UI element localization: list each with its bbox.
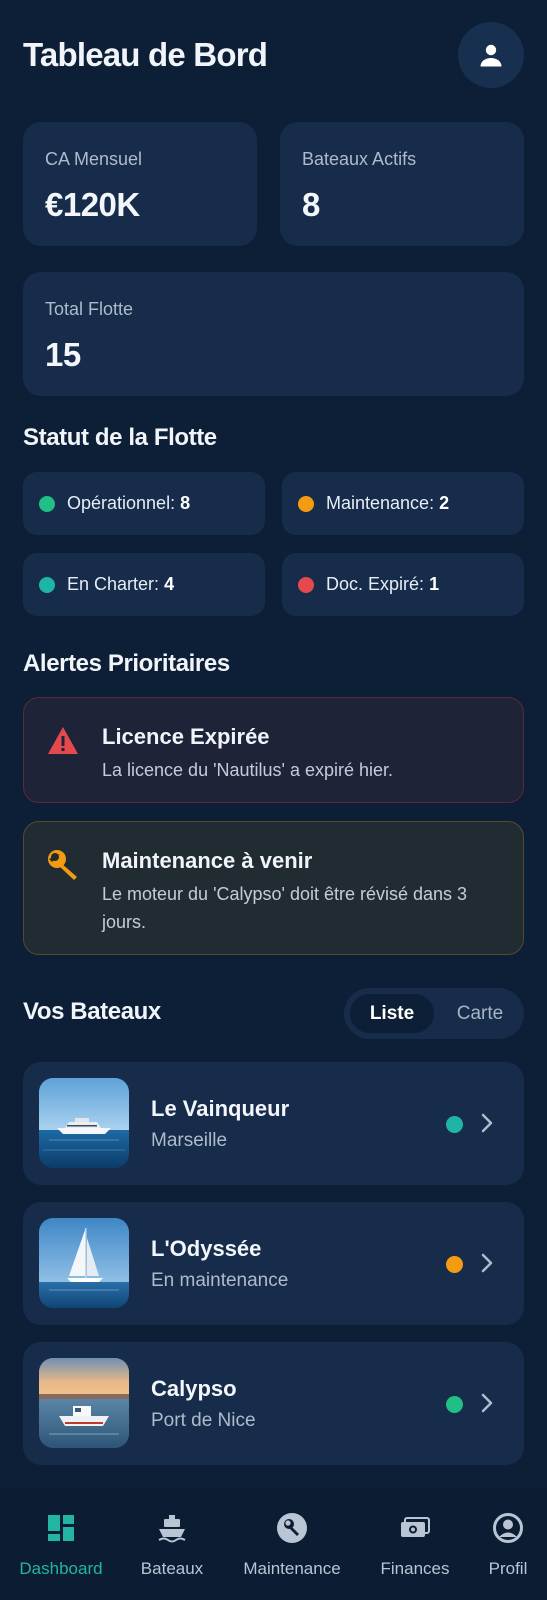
nav-item-profile[interactable]: Profil (474, 1488, 542, 1600)
chevron-right-icon (481, 1253, 493, 1273)
nav-label: Profil (488, 1559, 528, 1578)
nav-label: Maintenance (243, 1559, 341, 1578)
boat-photo (39, 1218, 129, 1308)
status-chip-text: En Charter: 4 (67, 574, 175, 594)
boat-card[interactable]: Calypso Port de Nice (23, 1342, 524, 1465)
view-toggle: Liste Carte (344, 988, 524, 1039)
boats-title: Vos Bateaux (23, 998, 161, 1025)
alert-title: Licence Expirée (102, 724, 270, 749)
fleet-status-title: Statut de la Flotte (23, 424, 217, 451)
person-icon (480, 44, 502, 67)
boat-card[interactable]: L'Odyssée En maintenance (23, 1202, 524, 1325)
nav-label: Dashboard (19, 1559, 103, 1578)
nav-label: Finances (380, 1559, 450, 1578)
stat-label: Bateaux Actifs (302, 149, 417, 169)
boat-status-dot (446, 1256, 463, 1273)
alert-card-maintenance-upcoming[interactable]: Maintenance à venir Le moteur du 'Calyps… (23, 821, 524, 955)
stat-card-active-boats[interactable]: Bateaux Actifs 8 (280, 122, 524, 246)
stat-value: 15 (45, 336, 81, 373)
status-chip-maintenance[interactable]: Maintenance: 2 (282, 472, 524, 535)
nav-item-finances[interactable]: Finances (364, 1488, 466, 1600)
boat-photo (39, 1358, 129, 1448)
boat-icon (158, 1515, 186, 1543)
boat-status-dot (446, 1116, 463, 1133)
stat-value: 8 (302, 186, 320, 223)
boat-status-dot (446, 1396, 463, 1413)
stat-label: CA Mensuel (45, 149, 143, 169)
alerts-title: Alertes Prioritaires (23, 650, 230, 677)
stat-value: €120K (45, 186, 140, 223)
alert-message: La licence du 'Nautilus' a expiré hier. (102, 760, 394, 780)
profile-avatar-button[interactable] (458, 22, 524, 88)
boat-location: En maintenance (151, 1270, 289, 1291)
alert-card-license-expired[interactable]: Licence Expirée La licence du 'Nautilus'… (23, 697, 524, 803)
nav-item-dashboard[interactable]: Dashboard (8, 1488, 114, 1600)
toggle-option-list[interactable]: Liste (350, 994, 434, 1033)
boat-name: Calypso (151, 1376, 237, 1401)
status-dot (298, 495, 314, 512)
boat-location: Port de Nice (151, 1410, 256, 1431)
chevron-right-icon (481, 1113, 493, 1133)
status-chip-charter[interactable]: En Charter: 4 (23, 553, 265, 616)
boat-location: Marseille (151, 1130, 228, 1151)
boat-name: L'Odyssée (151, 1236, 262, 1261)
status-chip-operational[interactable]: Opérationnel: 8 (23, 472, 265, 535)
toggle-option-map[interactable]: Carte (440, 994, 520, 1033)
alert-message: Le moteur du 'Calypso' doit être révisé … (102, 884, 468, 932)
header: Tableau de Bord (23, 22, 524, 88)
account-circle-icon (493, 1513, 523, 1543)
page-title: Tableau de Bord (23, 36, 268, 73)
wrench-icon (48, 850, 77, 880)
status-chip-text: Doc. Expiré: 1 (326, 574, 440, 594)
bottom-nav: Dashboard Bateaux Maintenance Finances P… (0, 1488, 547, 1600)
status-chip-expired-docs[interactable]: Doc. Expiré: 1 (282, 553, 524, 616)
nav-item-boats[interactable]: Bateaux (124, 1488, 220, 1600)
boat-photo (39, 1078, 129, 1168)
dashboard-icon (48, 1515, 74, 1541)
boat-card[interactable]: Le Vainqueur Marseille (23, 1062, 524, 1185)
status-chip-text: Opérationnel: 8 (67, 493, 191, 513)
money-icon (401, 1517, 430, 1537)
boat-name: Le Vainqueur (151, 1096, 290, 1121)
nav-item-maintenance[interactable]: Maintenance (232, 1488, 352, 1600)
stat-card-total-fleet[interactable]: Total Flotte 15 (23, 272, 524, 396)
status-dot (39, 576, 55, 593)
warning-icon (48, 727, 78, 754)
nav-label: Bateaux (140, 1559, 204, 1578)
wrench-icon (277, 1513, 307, 1543)
status-dot (39, 495, 55, 512)
status-chip-text: Maintenance: 2 (326, 493, 450, 513)
chevron-right-icon (481, 1393, 493, 1413)
alert-title: Maintenance à venir (102, 848, 313, 873)
stat-label: Total Flotte (45, 299, 134, 319)
stat-card-monthly-revenue[interactable]: CA Mensuel €120K (23, 122, 257, 246)
status-dot (298, 576, 314, 593)
